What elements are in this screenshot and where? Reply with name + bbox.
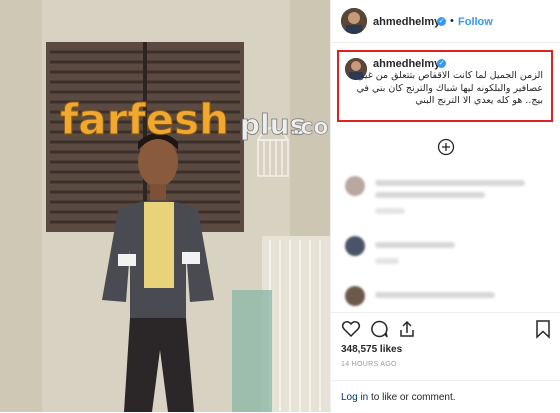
watermark-text-end: .com — [292, 115, 330, 140]
likes-count[interactable]: 348,575 likes — [341, 344, 402, 355]
blurred-comment-text — [375, 292, 495, 298]
verified-badge-icon: ✓ — [437, 59, 446, 68]
blurred-comment-text — [375, 180, 525, 186]
blurred-comment-text — [375, 242, 455, 248]
comment-avatar — [345, 236, 365, 256]
post-photo: farfesh plus .com — [0, 0, 330, 412]
load-more-comments-icon[interactable] — [437, 138, 455, 156]
comment-avatar — [345, 176, 365, 196]
author-username[interactable]: ahmedhelmy — [373, 16, 440, 28]
comment-icon[interactable] — [369, 319, 389, 339]
blurred-comment-meta — [375, 258, 399, 264]
login-link[interactable]: Log in — [341, 392, 368, 403]
post-side-panel: ahmedhelmy ✓ • Follow ahmedhelmy ✓ الزمن… — [330, 0, 560, 412]
photo-illustration: farfesh plus .com — [0, 0, 330, 412]
login-prompt: Log in to like or comment. — [341, 392, 456, 403]
header-separator: • — [450, 15, 454, 27]
post-caption: الزمن الجميل لما كانت الاقفاص بتتعلق من … — [356, 70, 544, 106]
author-avatar[interactable] — [341, 8, 367, 34]
watermark-text-main: farfesh — [60, 95, 229, 144]
follow-button[interactable]: Follow — [458, 16, 493, 28]
heart-icon[interactable] — [341, 319, 361, 339]
login-prompt-text: to like or comment. — [368, 392, 456, 403]
comment-avatar — [345, 286, 365, 306]
comment-item — [341, 176, 551, 216]
blurred-comment-text — [375, 192, 485, 198]
caption-author-username[interactable]: ahmedhelmy — [373, 58, 440, 70]
post-header: ahmedhelmy ✓ • Follow — [331, 0, 560, 43]
bookmark-icon[interactable] — [533, 319, 553, 339]
post-timestamp: 14 HOURS AGO — [341, 361, 397, 368]
verified-badge-icon: ✓ — [437, 17, 446, 26]
post-actions-bar — [331, 312, 560, 345]
comment-item — [341, 236, 551, 276]
share-icon[interactable] — [397, 319, 417, 339]
avatar-photo — [341, 8, 367, 34]
login-footer: Log in to like or comment. — [331, 380, 560, 413]
blurred-comment-meta — [375, 208, 405, 214]
